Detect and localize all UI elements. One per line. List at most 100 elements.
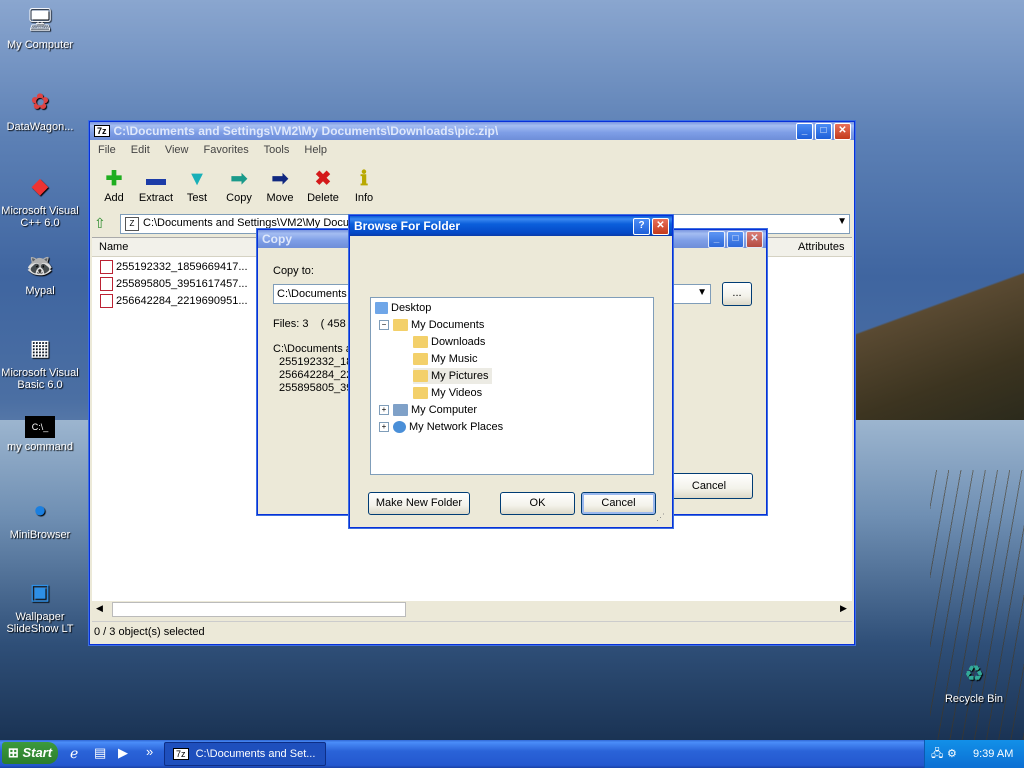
toolbar-label: Copy xyxy=(226,192,252,204)
tray-tool-icon[interactable]: ⚙ xyxy=(947,740,957,768)
maximize-button[interactable]: □ xyxy=(727,230,744,248)
media-player-icon[interactable]: ▶ xyxy=(118,745,128,761)
tree-item-label: My Videos xyxy=(431,387,483,399)
desktop-icon-minibrowser[interactable]: ● MiniBrowser xyxy=(0,494,80,542)
help-button[interactable]: ? xyxy=(633,217,650,235)
browse-dialog-titlebar[interactable]: Browse For Folder ? ✕ xyxy=(350,216,672,236)
system-tray: 🖧 ⚙ 9:39 AM xyxy=(924,740,1024,768)
menu-file[interactable]: File xyxy=(98,144,116,156)
browse-folder-dialog: Browse For Folder ? ✕ Desktop − My Docume… xyxy=(349,215,673,528)
desktop-icon-my-computer[interactable]: 🖥 My Computer xyxy=(0,4,80,52)
minimize-button[interactable]: _ xyxy=(796,122,813,140)
menu-help[interactable]: Help xyxy=(304,144,327,156)
tree-item-label: Desktop xyxy=(391,302,432,314)
browse-dialog-title: Browse For Folder xyxy=(354,219,461,233)
list-item[interactable]: 255192332_1859669417... xyxy=(100,259,248,275)
make-new-folder-button[interactable]: Make New Folder xyxy=(368,492,470,515)
status-bar: 0 / 3 object(s) selected xyxy=(92,621,852,642)
ok-button[interactable]: OK xyxy=(500,492,575,515)
network-tray-icon[interactable]: 🖧 xyxy=(931,740,943,768)
up-folder-icon[interactable]: ⇧ xyxy=(94,215,106,232)
toolbar-info-button[interactable]: ℹ Info xyxy=(342,166,386,204)
column-attributes-header[interactable]: Attributes xyxy=(798,241,844,253)
chevron-down-icon[interactable]: ▼ xyxy=(837,216,847,227)
desktop-icon-visual-cpp[interactable]: ◆ Microsoft Visual C++ 6.0 xyxy=(0,170,80,230)
desktop-icon-label: my command xyxy=(6,441,74,453)
tree-item-downloads[interactable]: Downloads xyxy=(413,334,485,350)
folder-tree[interactable]: Desktop − My Documents Downloads My Music… xyxy=(370,297,654,475)
videos-folder-icon xyxy=(413,387,428,400)
desktop-icon-wallpaper-slideshow[interactable]: ▣ Wallpaper SlideShow LT xyxy=(0,576,80,636)
resize-grip-icon[interactable]: ⋰ xyxy=(656,512,665,523)
column-name-header[interactable]: Name xyxy=(99,241,128,253)
collapse-icon[interactable]: − xyxy=(379,320,389,331)
tree-item-desktop[interactable]: Desktop xyxy=(375,300,431,316)
internet-explorer-icon[interactable]: ℯ xyxy=(70,745,78,762)
check-icon: ▼ xyxy=(187,168,207,190)
copy-cancel-button[interactable]: Cancel xyxy=(665,473,753,499)
desktop-icon-label: Wallpaper SlideShow LT xyxy=(6,611,74,635)
clock[interactable]: 9:39 AM xyxy=(973,740,1013,768)
scroll-thumb[interactable] xyxy=(112,602,406,617)
file-name: 255192332_1859669417... xyxy=(116,261,248,273)
toolbar-label: Add xyxy=(104,192,124,204)
toolbar-move-button[interactable]: ➡ Move xyxy=(258,166,302,204)
menu-favorites[interactable]: Favorites xyxy=(204,144,249,156)
globe-icon: ● xyxy=(33,497,47,522)
desktop-icon xyxy=(375,302,388,315)
toolbar-delete-button[interactable]: ✖ Delete xyxy=(301,166,345,204)
expand-icon[interactable]: + xyxy=(379,405,389,416)
recycle-bin-icon: ♻ xyxy=(964,661,984,686)
music-folder-icon xyxy=(413,353,428,366)
chevron-down-icon[interactable]: ▼ xyxy=(697,287,707,298)
expand-icon[interactable]: + xyxy=(379,422,389,433)
tree-item-label: Downloads xyxy=(431,336,486,348)
desktop-icon-label: My Computer xyxy=(6,39,74,51)
minimize-button[interactable]: _ xyxy=(708,230,725,248)
close-button[interactable]: ✕ xyxy=(746,230,763,248)
desktop-icon-recycle-bin[interactable]: ♻ Recycle Bin xyxy=(934,658,1014,706)
tree-item-my-network-places[interactable]: + My Network Places xyxy=(379,419,503,435)
maximize-button[interactable]: □ xyxy=(815,122,832,140)
menu-view[interactable]: View xyxy=(165,144,189,156)
desktop-icon-visual-basic[interactable]: ▦ Microsoft Visual Basic 6.0 xyxy=(0,332,80,392)
file-manager-titlebar[interactable]: 7z C:\Documents and Settings\VM2\My Docu… xyxy=(90,122,854,140)
tree-item-my-computer[interactable]: + My Computer xyxy=(379,402,477,418)
toolbar-copy-button[interactable]: ➡ Copy xyxy=(217,166,261,204)
close-button[interactable]: ✕ xyxy=(652,217,669,235)
horizontal-scrollbar[interactable]: ◀ ▶ xyxy=(92,601,852,617)
start-button[interactable]: ⊞ Start xyxy=(2,742,58,764)
scroll-right-icon[interactable]: ▶ xyxy=(840,603,847,614)
tree-item-label: My Computer xyxy=(411,404,478,416)
taskbar-item-file-manager[interactable]: 7z C:\Documents and Set... xyxy=(164,742,326,766)
quicklaunch-more-button[interactable]: » xyxy=(146,744,153,759)
desktop-icon-datawagon[interactable]: ✿ DataWagon... xyxy=(0,86,80,134)
toolbar-test-button[interactable]: ▼ Test xyxy=(175,166,219,204)
tree-item-my-pictures[interactable]: My Pictures xyxy=(413,368,493,384)
tree-item-my-documents[interactable]: − My Documents xyxy=(379,317,484,333)
image-file-icon xyxy=(100,294,113,309)
list-item[interactable]: 255895805_3951617457... xyxy=(100,276,248,292)
toolbar-add-button[interactable]: ✚ Add xyxy=(92,166,136,204)
sevenzip-app-icon: 7z xyxy=(173,748,189,760)
list-item[interactable]: 256642284_2219690951... xyxy=(100,293,248,309)
copy-arrow-icon: ➡ xyxy=(230,168,248,190)
file-name: 255895805_3951617457... xyxy=(116,278,248,290)
tree-item-my-videos[interactable]: My Videos xyxy=(413,385,482,401)
show-desktop-icon[interactable]: ▤ xyxy=(94,745,106,761)
tree-item-label: My Documents xyxy=(411,319,485,331)
toolbar-extract-button[interactable]: ▬ Extract xyxy=(134,166,178,204)
tree-item-my-music[interactable]: My Music xyxy=(413,351,477,367)
close-button[interactable]: ✕ xyxy=(834,122,851,140)
sevenzip-app-icon: 7z xyxy=(94,125,110,137)
cancel-button[interactable]: Cancel xyxy=(581,492,656,515)
desktop-icon-mypal[interactable]: 🦝 Mypal xyxy=(0,250,80,298)
scroll-left-icon[interactable]: ◀ xyxy=(96,603,103,614)
pictures-folder-icon xyxy=(413,370,428,383)
desktop-icon-label: Recycle Bin xyxy=(944,693,1004,705)
desktop-icon-my-command[interactable]: C:\_ my command xyxy=(0,416,80,453)
menu-edit[interactable]: Edit xyxy=(131,144,150,156)
browse-button[interactable]: ... xyxy=(722,282,752,306)
move-arrow-icon: ➡ xyxy=(271,168,289,190)
menu-tools[interactable]: Tools xyxy=(264,144,290,156)
